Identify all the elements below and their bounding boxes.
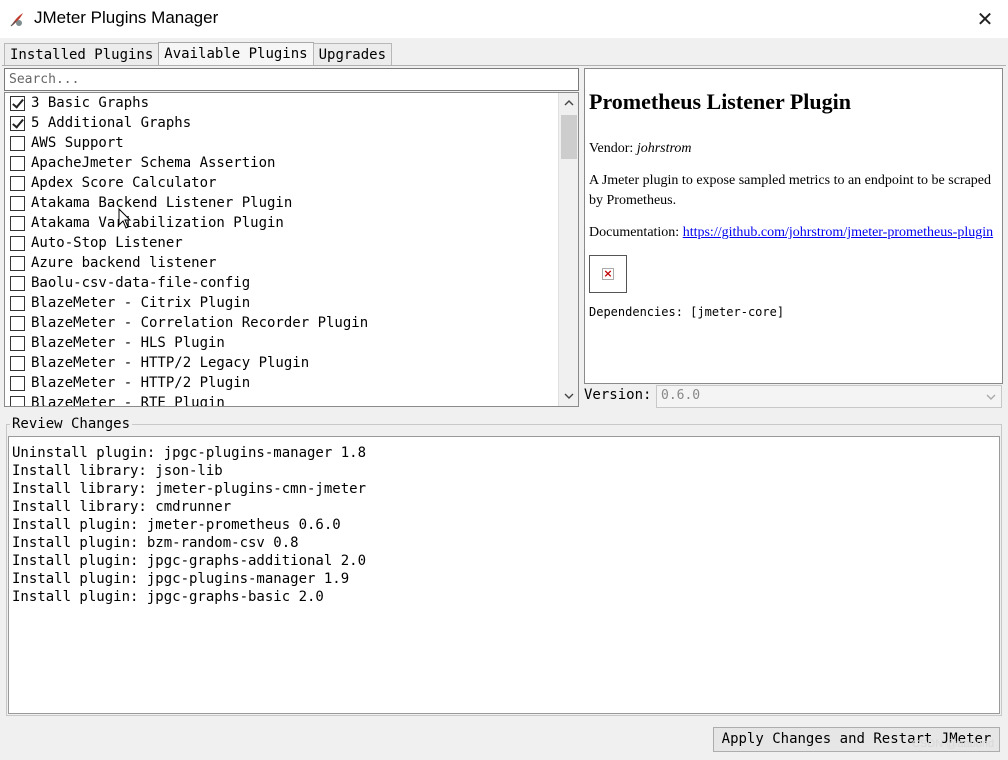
plugin-label: 5 Additional Graphs [31, 115, 192, 131]
plugin-list-item[interactable]: AWS Support [5, 133, 558, 153]
plugin-detail-panel: Prometheus Listener Plugin Vendor: johrs… [584, 68, 1003, 384]
plugin-label: BlazeMeter - HTTP/2 Legacy Plugin [31, 355, 310, 371]
plugin-checkbox[interactable] [10, 155, 25, 171]
plugin-checkbox[interactable] [10, 175, 25, 191]
plugin-list-item[interactable]: Apdex Score Calculator [5, 173, 558, 193]
review-change-line: Uninstall plugin: jpgc-plugins-manager 1… [12, 445, 367, 461]
plugin-label: Auto-Stop Listener [31, 235, 183, 251]
plugin-list-item[interactable]: 3 Basic Graphs [5, 93, 558, 113]
plugin-checkbox[interactable] [10, 195, 25, 211]
plugin-label: Atakama Backend Listener Plugin [31, 195, 293, 211]
review-changes-text[interactable]: Uninstall plugin: jpgc-plugins-manager 1… [8, 436, 1000, 714]
plugin-list-item[interactable]: Baolu-csv-data-file-config [5, 273, 558, 293]
plugin-checkbox[interactable] [10, 255, 25, 271]
chevron-down-icon[interactable] [559, 386, 578, 406]
version-select[interactable]: 0.6.0 [656, 385, 1002, 408]
plugin-label: 3 Basic Graphs [31, 95, 150, 111]
plugin-list-item[interactable]: BlazeMeter - Citrix Plugin [5, 293, 558, 313]
review-change-line: Install plugin: bzm-random-csv 0.8 [12, 535, 299, 551]
plugin-label: BlazeMeter - HLS Plugin [31, 335, 225, 351]
plugin-list-item[interactable]: BlazeMeter - RTE Plugin [5, 393, 558, 406]
plugin-list-item[interactable]: Azure backend listener [5, 253, 558, 273]
review-change-line: Install plugin: jmeter-prometheus 0.6.0 [12, 517, 341, 533]
plugin-checkbox[interactable] [10, 235, 25, 251]
documentation-label: Documentation: [589, 225, 680, 240]
mouse-cursor-icon [118, 208, 132, 229]
tab-available-plugins[interactable]: Available Plugins [158, 42, 314, 66]
plugin-checkbox[interactable] [10, 395, 25, 406]
version-label: Version: [584, 387, 652, 403]
plugin-name: Prometheus Listener Plugin [589, 89, 851, 114]
watermark: CSDN @aabond [912, 738, 995, 750]
plugin-list-item[interactable]: Atakama Backend Listener Plugin [5, 193, 558, 213]
tab-installed-plugins[interactable]: Installed Plugins [4, 43, 160, 66]
tab-upgrades[interactable]: Upgrades [312, 43, 393, 66]
window-title: JMeter Plugins Manager [34, 8, 219, 27]
plugin-list-item[interactable]: 5 Additional Graphs [5, 113, 558, 133]
plugin-checkbox[interactable] [10, 295, 25, 311]
plugin-label: ApacheJmeter Schema Assertion [31, 155, 276, 171]
plugin-list: 3 Basic Graphs 5 Additional Graphs AWS Sup… [4, 92, 579, 407]
search-input[interactable] [4, 68, 579, 91]
plugin-checkbox[interactable] [10, 275, 25, 291]
plugin-list-item[interactable]: ApacheJmeter Schema Assertion [5, 153, 558, 173]
plugin-checkbox[interactable] [10, 315, 25, 331]
review-change-line: Install library: json-lib [12, 463, 223, 479]
jmeter-feather-icon [10, 13, 23, 27]
plugin-list-item[interactable]: BlazeMeter - HTTP/2 Legacy Plugin [5, 353, 558, 373]
plugin-label: BlazeMeter - Citrix Plugin [31, 295, 251, 311]
review-change-line: Install library: jmeter-plugins-cmn-jmet… [12, 481, 367, 497]
plugin-checkbox[interactable] [10, 95, 25, 111]
plugin-checkbox[interactable] [10, 375, 25, 391]
plugin-list-item[interactable]: BlazeMeter - HLS Plugin [5, 333, 558, 353]
documentation-link[interactable]: https://github.com/johrstrom/jmeter-prom… [683, 225, 993, 240]
plugin-label: BlazeMeter - Correlation Recorder Plugin [31, 315, 369, 331]
plugin-list-item[interactable]: BlazeMeter - Correlation Recorder Plugin [5, 313, 558, 333]
plugin-description: A Jmeter plugin to expose sampled metric… [589, 173, 992, 208]
review-change-line: Install library: cmdrunner [12, 499, 232, 515]
tab-bar: Installed Plugins Available Plugins Upgr… [4, 42, 393, 66]
review-change-line: Install plugin: jpgc-graphs-basic 2.0 [12, 589, 324, 605]
vendor-label: Vendor: [589, 141, 634, 156]
broken-image-icon: × [589, 255, 627, 293]
plugin-checkbox[interactable] [10, 355, 25, 371]
plugin-label: BlazeMeter - HTTP/2 Plugin [31, 375, 251, 391]
plugin-list-item[interactable]: Auto-Stop Listener [5, 233, 558, 253]
review-changes-title: Review Changes [10, 416, 133, 432]
dependencies: Dependencies: [jmeter-core] [589, 305, 785, 319]
plugin-list-item[interactable]: Atakama Variabilization Plugin [5, 213, 558, 233]
plugin-label: Azure backend listener [31, 255, 217, 271]
chevron-up-icon[interactable] [559, 93, 578, 113]
documentation-line: Documentation: https://github.com/johrst… [589, 223, 998, 243]
chevron-down-icon[interactable] [981, 386, 1001, 407]
plugin-list-rows: 3 Basic Graphs 5 Additional Graphs AWS Sup… [5, 93, 558, 406]
plugin-label: Baolu-csv-data-file-config [31, 275, 251, 291]
review-change-line: Install plugin: jpgc-graphs-additional 2… [12, 553, 367, 569]
plugin-checkbox[interactable] [10, 135, 25, 151]
close-icon[interactable]: ✕ [968, 2, 1002, 36]
review-change-line: Install plugin: jpgc-plugins-manager 1.9 [12, 571, 350, 587]
plugin-label: Apdex Score Calculator [31, 175, 217, 191]
vendor-line: Vendor: johrstrom [589, 139, 998, 159]
version-value: 0.6.0 [661, 388, 701, 403]
plugin-label: Atakama Variabilization Plugin [31, 215, 284, 231]
plugin-list-scrollbar[interactable] [558, 93, 578, 406]
plugin-checkbox[interactable] [10, 115, 25, 131]
plugin-label: AWS Support [31, 135, 124, 151]
plugin-label: BlazeMeter - RTE Plugin [31, 395, 225, 406]
plugin-checkbox[interactable] [10, 335, 25, 351]
scrollbar-thumb[interactable] [561, 115, 577, 159]
plugin-list-item[interactable]: BlazeMeter - HTTP/2 Plugin [5, 373, 558, 393]
title-bar: JMeter Plugins Manager ✕ [0, 0, 1008, 38]
vendor-name: johrstrom [636, 141, 692, 156]
plugin-checkbox[interactable] [10, 215, 25, 231]
